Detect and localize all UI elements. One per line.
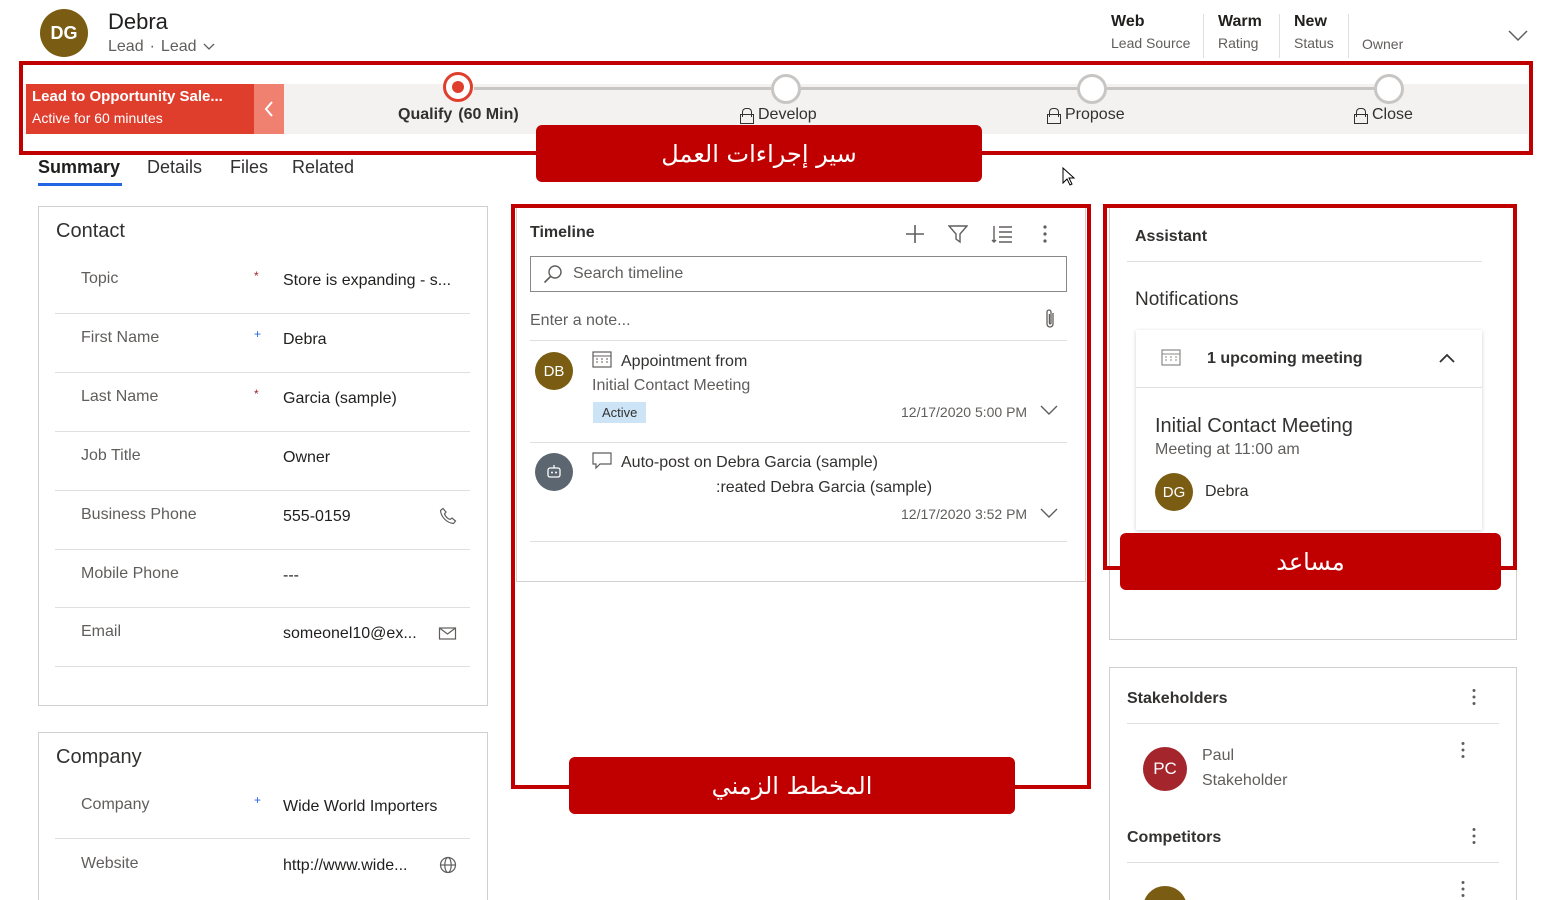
stakeholder-role: Stakeholder xyxy=(1202,772,1288,789)
company-field[interactable]: Wide World Importers xyxy=(283,798,437,816)
first-name-label: First Name xyxy=(81,329,160,346)
email-label: Email xyxy=(81,623,122,640)
business-phone-label: Business Phone xyxy=(81,506,197,523)
divider xyxy=(55,549,470,550)
expand-header-chevron-icon[interactable] xyxy=(1508,30,1528,42)
record-avatar: DG xyxy=(40,9,88,57)
owner-label: Owner xyxy=(1362,36,1404,52)
timeline-annotation-frame xyxy=(511,204,1091,789)
divider xyxy=(1127,862,1499,863)
stakeholder-name[interactable]: Paul xyxy=(1202,747,1234,765)
rating-value: Warm xyxy=(1218,13,1262,30)
phone-icon[interactable] xyxy=(439,507,457,525)
recommended-marker: + xyxy=(254,327,262,341)
mobile-phone-field[interactable]: --- xyxy=(283,567,299,585)
divider xyxy=(55,607,470,608)
header-field-status: New Status xyxy=(1294,13,1334,51)
required-marker: * xyxy=(254,269,259,283)
divider xyxy=(55,838,470,839)
timeline-annotation-label: المخطط الزمني xyxy=(569,757,1015,814)
mobile-phone-label: Mobile Phone xyxy=(81,565,179,582)
more-options-icon[interactable] xyxy=(1468,688,1480,706)
header-field-lead-source: Web Lead Source xyxy=(1111,13,1190,51)
lead-source-label: Lead Source xyxy=(1111,35,1191,51)
divider xyxy=(55,372,470,373)
selected-tab-indicator xyxy=(38,183,122,186)
more-options-icon[interactable] xyxy=(1457,880,1469,898)
stakeholders-title: Stakeholders xyxy=(1127,690,1228,707)
recommended-marker: + xyxy=(254,793,262,807)
record-name: Debra xyxy=(108,9,168,34)
record-subtitle: Lead · Lead xyxy=(108,38,215,56)
topic-field[interactable]: Store is expanding - s... xyxy=(283,272,451,290)
company-label: Company xyxy=(81,796,150,813)
contact-section-title: Contact xyxy=(56,220,125,242)
required-marker: * xyxy=(254,387,259,401)
business-phone-field[interactable]: 555-0159 xyxy=(283,508,351,526)
last-name-label: Last Name xyxy=(81,388,159,405)
divider xyxy=(1348,14,1349,58)
assistant-annotation-label: مساعد xyxy=(1120,533,1501,590)
bpf-annotation-label: سير إجراءات العمل xyxy=(536,125,982,182)
job-title-label: Job Title xyxy=(81,447,141,464)
email-icon[interactable] xyxy=(438,626,458,642)
tab-files[interactable]: Files xyxy=(230,157,268,178)
job-title-field[interactable]: Owner xyxy=(283,449,330,467)
lead-source-value: Web xyxy=(1111,13,1145,30)
divider xyxy=(1203,14,1204,58)
divider xyxy=(1279,14,1280,58)
form-selector[interactable]: Lead xyxy=(161,38,197,56)
divider xyxy=(55,431,470,432)
website-field[interactable]: http://www.wide... xyxy=(283,857,408,875)
mouse-cursor-icon xyxy=(1062,167,1076,186)
company-section-title: Company xyxy=(56,746,142,768)
tab-summary[interactable]: Summary xyxy=(38,157,120,178)
stakeholder-avatar: PC xyxy=(1143,747,1187,791)
website-label: Website xyxy=(81,855,139,872)
first-name-field[interactable]: Debra xyxy=(283,331,327,349)
topic-label: Topic xyxy=(81,270,119,287)
owner-value xyxy=(1362,13,1403,32)
globe-icon[interactable] xyxy=(439,856,457,874)
competitors-title: Competitors xyxy=(1127,829,1222,846)
more-options-icon[interactable] xyxy=(1457,741,1469,759)
separator-dot: · xyxy=(149,38,155,55)
tab-related[interactable]: Related xyxy=(292,157,354,178)
entity-name: Lead xyxy=(108,38,144,55)
status-value: New xyxy=(1294,13,1327,30)
chevron-down-icon[interactable] xyxy=(203,43,215,51)
divider xyxy=(55,313,470,314)
header-field-owner[interactable]: Owner xyxy=(1362,13,1403,52)
assistant-annotation-frame xyxy=(1103,204,1517,570)
divider xyxy=(55,666,470,667)
email-field[interactable]: someonel10@ex... xyxy=(283,625,417,643)
rating-label: Rating xyxy=(1218,35,1259,51)
last-name-field[interactable]: Garcia (sample) xyxy=(283,390,397,408)
tab-details[interactable]: Details xyxy=(147,157,202,178)
header-field-rating: Warm Rating xyxy=(1218,13,1262,51)
divider xyxy=(1127,723,1499,724)
divider xyxy=(55,490,470,491)
status-label: Status xyxy=(1294,35,1334,51)
more-options-icon[interactable] xyxy=(1468,827,1480,845)
